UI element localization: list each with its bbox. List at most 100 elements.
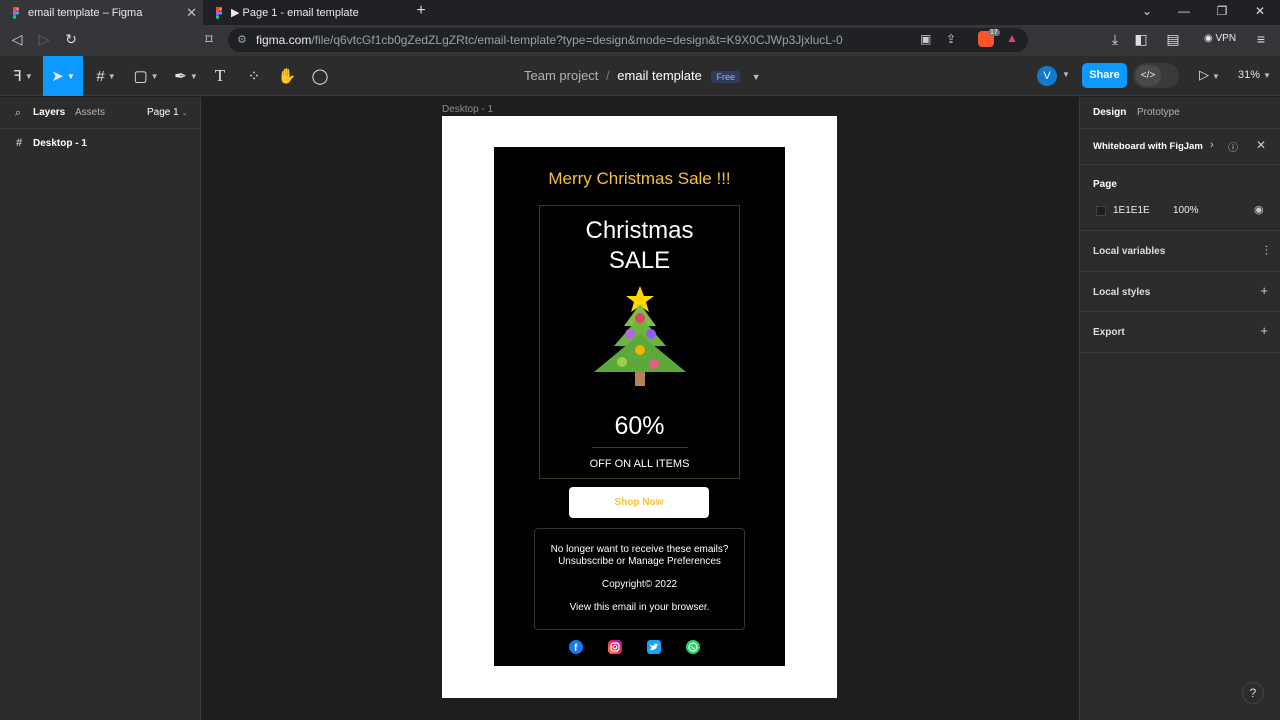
layer-row[interactable]: # Desktop - 1 <box>0 135 200 157</box>
file-title[interactable]: Team project / email template Free ▼ <box>524 68 761 83</box>
maximize-icon[interactable]: ❐ <box>1212 4 1232 18</box>
vpn-button[interactable]: ◉ VPN <box>1204 33 1236 44</box>
present-button[interactable]: ▷ ▼ <box>1199 67 1220 83</box>
url-field[interactable]: ⚙ figma.com/file/q6vtcGf1cb0gZedZLgZRtc/… <box>228 28 1028 52</box>
twitter-icon[interactable] <box>647 640 661 654</box>
tab-layers[interactable]: Layers <box>33 107 65 118</box>
resources-button[interactable]: ⁘ <box>242 56 266 96</box>
help-button[interactable]: ? <box>1242 682 1264 704</box>
tab-page-1[interactable]: ▶ Page 1 - email template <box>203 0 403 25</box>
layer-name: Desktop - 1 <box>33 138 87 149</box>
bookmark-icon[interactable]: ⌑ <box>200 31 218 48</box>
properties-panel: Design Prototype Whiteboard with FigJam … <box>1079 97 1280 720</box>
tab-email-template[interactable]: email template – Figma ✕ <box>0 0 203 25</box>
menu-icon[interactable]: ≡ <box>1252 31 1270 47</box>
tab-design[interactable]: Design <box>1093 107 1126 118</box>
copyright: Copyright© 2022 <box>601 579 678 590</box>
site-settings-icon[interactable]: ⚙ <box>237 33 247 46</box>
local-styles-section[interactable]: Local styles + <box>1080 272 1280 312</box>
chevron-down-icon: ▼ <box>150 71 159 81</box>
reload-icon[interactable]: ↻ <box>62 31 80 48</box>
chevron-down-icon: ▼ <box>1212 72 1220 81</box>
tab-title: ▶ Page 1 - email template <box>231 7 359 19</box>
vpn-icon: ◉ <box>1204 33 1216 44</box>
comment-tool-button[interactable]: ◯ <box>308 56 332 96</box>
chevron-down-icon: ▼ <box>1263 71 1271 80</box>
chevron-down-icon: ▼ <box>66 71 75 81</box>
forward-icon[interactable]: ▷ <box>35 31 53 48</box>
main-menu-button[interactable]: ꟻ ▼ <box>6 56 40 96</box>
shop-now-button[interactable]: Shop Now <box>569 487 709 518</box>
desktop-frame[interactable]: Merry Christmas Sale !!! Christmas SALE <box>442 116 837 698</box>
page-selector[interactable]: Page 1 ⌄ <box>147 107 188 118</box>
page-opacity-value[interactable]: 100% <box>1173 205 1199 216</box>
download-icon[interactable]: ⤓ <box>1106 31 1124 48</box>
page-color-swatch[interactable] <box>1096 206 1106 216</box>
hand-icon: ✋ <box>277 68 297 85</box>
plus-icon[interactable]: + <box>1260 283 1268 298</box>
whatsapp-icon[interactable] <box>686 640 700 654</box>
sidebar-icon[interactable]: ◧ <box>1132 31 1150 48</box>
eye-icon[interactable]: ◉ <box>1254 203 1264 216</box>
page-color-value[interactable]: 1E1E1E <box>1113 205 1150 216</box>
new-tab-icon[interactable]: + <box>411 2 431 20</box>
plus-icon[interactable]: + <box>1260 323 1268 338</box>
move-tool-button[interactable]: ➤ ▼ <box>43 56 83 96</box>
shape-tool-button[interactable]: ▢ ▼ <box>128 56 164 96</box>
project-name[interactable]: Team project <box>524 68 598 83</box>
back-icon[interactable]: ◁ <box>8 31 26 48</box>
discount-caption: OFF ON ALL ITEMS <box>589 458 690 470</box>
avatar[interactable]: V <box>1037 66 1057 86</box>
unsubscribe-links[interactable]: Unsubscribe or Manage Preferences <box>535 556 744 567</box>
share-button[interactable]: Share <box>1082 63 1127 88</box>
rectangle-icon: ▢ <box>133 68 148 85</box>
close-icon[interactable]: ✕ <box>1256 138 1266 152</box>
file-name[interactable]: email template <box>617 68 702 83</box>
figjam-banner[interactable]: Whiteboard with FigJam › ⓘ ✕ <box>1080 129 1280 165</box>
address-bar-row: ◁ ▷ ↻ ⌑ ⚙ figma.com/file/q6vtcGf1cb0gZed… <box>0 25 1280 56</box>
christmas-tree-icon <box>592 284 688 395</box>
wallet-icon[interactable]: ▤ <box>1164 31 1182 48</box>
minimize-icon[interactable]: — <box>1174 4 1194 18</box>
discount-value: 60% <box>614 412 665 440</box>
sliders-icon[interactable]: ⫶ <box>1265 243 1268 259</box>
extension-badge: 17 <box>988 29 1000 36</box>
tab-search-chevron-icon[interactable]: ⌄ <box>1137 4 1157 18</box>
pen-tool-button[interactable]: ✒ ▼ <box>168 56 204 96</box>
share-page-icon[interactable]: ⇪ <box>946 32 956 46</box>
play-icon: ▷ <box>1199 67 1209 82</box>
search-icon[interactable]: ⌕ <box>15 107 21 120</box>
clipboard-icon[interactable]: ▣ <box>920 32 931 46</box>
chevron-right-icon[interactable]: › <box>1210 139 1214 151</box>
instagram-icon[interactable] <box>608 640 622 654</box>
email-template[interactable]: Merry Christmas Sale !!! Christmas SALE <box>494 147 785 666</box>
chevron-down-icon: ▼ <box>107 71 116 81</box>
breadcrumb-separator: / <box>606 68 610 83</box>
page-section-title: Page <box>1093 179 1117 190</box>
chevron-down-icon[interactable]: ▼ <box>1062 70 1070 79</box>
local-variables-label: Local variables <box>1093 246 1166 257</box>
frame-tool-button[interactable]: # ▼ <box>88 56 124 96</box>
frame-icon: # <box>96 67 105 85</box>
chevron-down-icon[interactable]: ▼ <box>752 72 761 82</box>
figma-logo-icon: ꟻ <box>13 68 22 85</box>
tab-prototype[interactable]: Prototype <box>1137 107 1180 118</box>
export-section[interactable]: Export + <box>1080 312 1280 353</box>
components-icon: ⁘ <box>247 68 261 85</box>
brave-rewards-icon[interactable]: ▲ <box>1006 31 1018 45</box>
facebook-icon[interactable]: f <box>569 640 583 654</box>
design-canvas[interactable]: Desktop - 1 Merry Christmas Sale !!! Chr… <box>201 97 1079 720</box>
frame-label[interactable]: Desktop - 1 <box>442 104 493 115</box>
close-tab-icon[interactable]: ✕ <box>186 5 197 21</box>
text-tool-button[interactable]: T <box>208 56 232 96</box>
figma-favicon-icon <box>10 6 22 19</box>
view-in-browser-link[interactable]: View this email in your browser. <box>535 602 744 613</box>
zoom-dropdown[interactable]: 31% ▼ <box>1238 69 1271 81</box>
help-circle-icon[interactable]: ⓘ <box>1228 139 1238 154</box>
dev-mode-toggle[interactable]: </> <box>1133 63 1179 88</box>
hand-tool-button[interactable]: ✋ <box>275 56 299 96</box>
close-window-icon[interactable]: ✕ <box>1250 4 1270 18</box>
local-variables-section[interactable]: Local variables ⫶ <box>1080 231 1280 272</box>
tab-assets[interactable]: Assets <box>75 107 105 118</box>
email-footer: No longer want to receive these emails? … <box>534 528 745 630</box>
